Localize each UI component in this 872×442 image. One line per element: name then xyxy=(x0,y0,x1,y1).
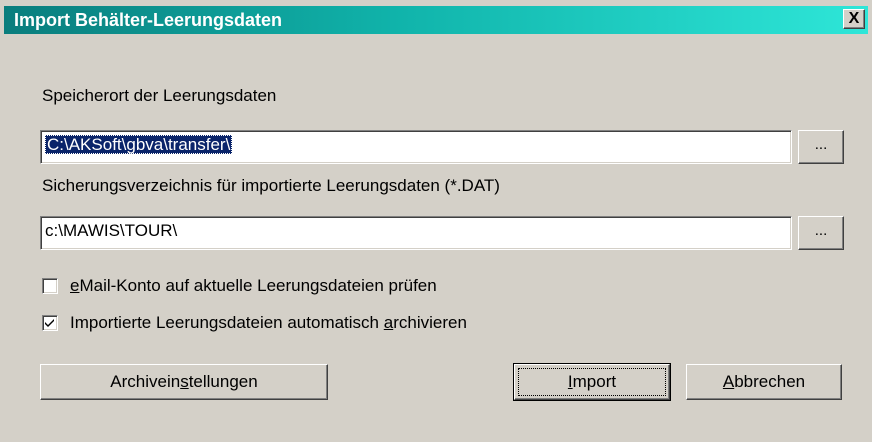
email-check-label-text: Mail-Konto auf aktuelle Leerungsdateien … xyxy=(79,276,437,295)
storage-location-input[interactable]: C:\AKSoft\gbva\transfer\ xyxy=(40,130,792,164)
backup-directory-value: c:\MAWIS\TOUR\ xyxy=(45,221,178,240)
archive-settings-button[interactable]: Archiveinstellungen xyxy=(40,364,328,400)
import-dialog: Import Behälter-Leerungsdaten X Speicher… xyxy=(0,0,872,442)
auto-archive-label[interactable]: Importierte Leerungsdateien automatisch … xyxy=(70,313,467,333)
import-mnemonic: I xyxy=(567,372,573,391)
import-label-rest: mport xyxy=(572,372,617,391)
dialog-title: Import Behälter-Leerungsdaten xyxy=(14,10,283,30)
auto-archive-mnemonic: a xyxy=(383,313,394,332)
storage-location-value: C:\AKSoft\gbva\transfer\ xyxy=(45,135,233,154)
backup-directory-input[interactable]: c:\MAWIS\TOUR\ xyxy=(40,216,792,250)
browse-label: ... xyxy=(814,136,828,153)
close-icon: X xyxy=(848,10,860,27)
archive-settings-label-pre: Archivein xyxy=(110,372,181,391)
archive-settings-mnemonic: s xyxy=(180,372,189,391)
browse-label: ... xyxy=(814,222,828,239)
cancel-mnemonic: A xyxy=(722,372,735,391)
storage-location-label: Speicherort der Leerungsdaten xyxy=(42,86,277,105)
cancel-label-rest: bbrechen xyxy=(734,372,806,391)
auto-archive-checkbox[interactable] xyxy=(42,315,58,331)
import-button[interactable]: Import xyxy=(513,363,671,401)
email-check-label[interactable]: eMail-Konto auf aktuelle Leerungsdateien… xyxy=(70,276,437,296)
backup-browse-button[interactable]: ... xyxy=(798,216,844,250)
title-bar[interactable]: Import Behälter-Leerungsdaten X xyxy=(4,6,868,34)
archive-settings-label: Archiveinstellungen xyxy=(110,372,257,391)
auto-archive-label-rest: rchivieren xyxy=(393,313,467,332)
email-check-checkbox[interactable] xyxy=(42,278,58,294)
cancel-label: Abbrechen xyxy=(723,372,805,391)
archive-settings-label-rest: tellungen xyxy=(188,372,258,391)
cancel-button[interactable]: Abbrechen xyxy=(686,364,842,400)
close-button[interactable]: X xyxy=(843,9,865,29)
auto-archive-label-text: Importierte Leerungsdateien automatisch xyxy=(70,313,384,332)
import-label: Import xyxy=(568,372,616,391)
checkmark-icon xyxy=(45,319,54,327)
storage-browse-button[interactable]: ... xyxy=(798,130,844,164)
backup-directory-label: Sicherungsverzeichnis für importierte Le… xyxy=(42,176,500,195)
